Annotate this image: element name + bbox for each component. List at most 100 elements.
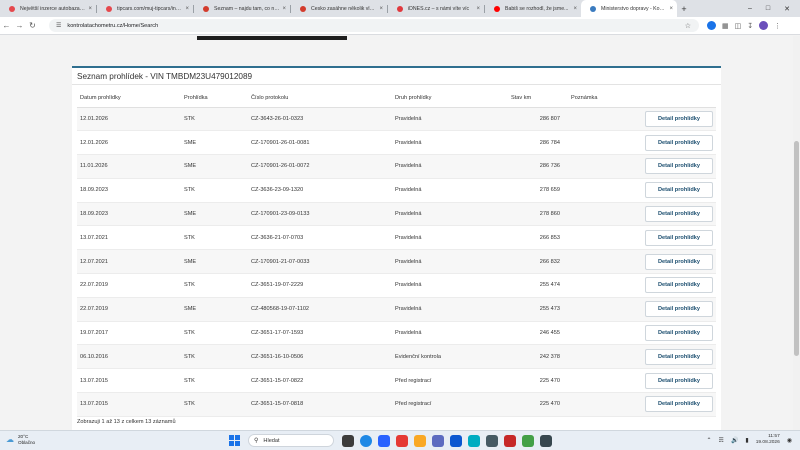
browser-tab[interactable]: Seznam – najdu tam, co nezná...× xyxy=(194,0,290,17)
tab-favicon-icon xyxy=(106,5,112,12)
col-header-protocol[interactable]: Číslo protokolu xyxy=(248,89,392,108)
maximize-icon[interactable]: □ xyxy=(766,5,770,12)
col-header-inspection[interactable]: Prohlídka xyxy=(181,89,248,108)
scrollbar-thumb[interactable] xyxy=(794,141,799,356)
reload-icon[interactable]: ↻ xyxy=(26,21,39,30)
detail-inspection-button[interactable]: Detail prohlídky xyxy=(645,253,713,270)
table-row: 12.07.2021 SME CZ-170901-21-07-0033 Pravide… xyxy=(77,249,716,275)
app-dark-icon[interactable] xyxy=(540,435,552,447)
browser-tab[interactable]: iDNES.cz – s námi víte víc × xyxy=(388,0,484,17)
table-row: 19.07.2017 STK CZ-3651-17-07-1593 Pravideln… xyxy=(77,321,716,346)
cell-kind: Evidenční kontrola xyxy=(392,344,508,370)
extensions-puzzle-icon[interactable]: ▦ xyxy=(722,22,729,30)
tab-close-icon[interactable]: × xyxy=(282,6,286,12)
detail-inspection-button[interactable]: Detail prohlídky xyxy=(645,277,713,294)
cell-kind: Před registrací xyxy=(392,392,508,417)
col-header-note[interactable]: Poznámka xyxy=(568,89,640,108)
detail-inspection-button[interactable]: Detail prohlídky xyxy=(645,158,713,175)
cell-note xyxy=(568,392,640,417)
app-teal-icon[interactable] xyxy=(468,435,480,447)
detail-inspection-button[interactable]: Detail prohlídky xyxy=(645,372,713,389)
app-gray-icon[interactable] xyxy=(486,435,498,447)
browser-tab[interactable]: Ministerstvo dopravy - Kontro... × xyxy=(581,0,677,17)
detail-inspection-button[interactable]: Detail prohlídky xyxy=(645,348,713,365)
cell-action: Detail prohlídky xyxy=(640,130,716,156)
cell-protocol: CZ-3651-17-07-1593 xyxy=(248,321,392,346)
app-purple-icon[interactable] xyxy=(432,435,444,447)
cell-kind: Před registrací xyxy=(392,368,508,394)
cell-inspection: STK xyxy=(181,392,248,417)
col-header-km[interactable]: Stav km xyxy=(508,89,568,108)
browser-tab[interactable]: Česko zasáhne několik vln ořej...× xyxy=(291,0,387,17)
cell-action: Detail prohlídky xyxy=(640,107,716,132)
bookmark-star-icon[interactable]: ☆ xyxy=(685,22,691,30)
cell-inspection: SME xyxy=(181,154,248,179)
new-tab-button[interactable]: + xyxy=(677,0,691,17)
detail-inspection-button[interactable]: Detail prohlídky xyxy=(645,110,713,127)
chrome-icon[interactable] xyxy=(360,435,372,447)
cell-protocol: CZ-170901-26-01-0081 xyxy=(248,130,392,156)
detail-inspection-button[interactable]: Detail prohlídky xyxy=(645,182,713,199)
menu-kebab-icon[interactable]: ⋮ xyxy=(774,22,781,30)
profile-avatar-icon[interactable] xyxy=(759,21,769,30)
back-arrow-icon[interactable]: ← xyxy=(0,21,13,30)
detail-inspection-button[interactable]: Detail prohlídky xyxy=(645,134,713,151)
cell-protocol: CZ-480568-19-07-1102 xyxy=(248,297,392,322)
tab-close-icon[interactable]: × xyxy=(185,6,189,12)
edge-icon[interactable] xyxy=(378,435,390,447)
wifi-icon[interactable]: ☴ xyxy=(719,437,724,444)
task-view-icon[interactable] xyxy=(342,435,354,447)
table-row: 06.10.2016 STK CZ-3651-16-10-0506 Evidenční… xyxy=(77,344,716,370)
detail-inspection-button[interactable]: Detail prohlídky xyxy=(645,206,713,223)
cell-date: 18.09.2023 xyxy=(77,202,181,227)
side-panel-icon[interactable]: ◫ xyxy=(735,22,742,30)
download-icon[interactable]: ↧ xyxy=(747,22,753,30)
weather-widget[interactable]: ☁ 20°C Oblačno xyxy=(6,434,35,445)
extension-icon[interactable] xyxy=(707,21,716,30)
store-icon[interactable] xyxy=(450,435,462,447)
speaker-icon[interactable]: 🔊 xyxy=(731,437,738,444)
detail-inspection-button[interactable]: Detail prohlídky xyxy=(645,229,713,246)
file-explorer-icon[interactable] xyxy=(414,435,426,447)
browser-tab[interactable]: tipcars.com/muj-tipcars/inzer... × xyxy=(97,0,193,17)
app-darkred-icon[interactable] xyxy=(504,435,516,447)
app-red-icon[interactable] xyxy=(396,435,408,447)
panel-title: Seznam prohlídek - VIN TMBDM23U479012089 xyxy=(77,72,253,81)
chevron-up-icon[interactable]: ⌃ xyxy=(707,437,712,444)
tab-title: tipcars.com/muj-tipcars/inzer... xyxy=(117,5,183,12)
col-header-kind[interactable]: Druh prohlídky xyxy=(392,89,508,108)
address-bar[interactable]: ☰ kontrolatachometru.cz/Home/Search ☆ xyxy=(49,19,699,32)
weather-desc: Oblačno xyxy=(18,439,36,445)
windows-start-icon[interactable] xyxy=(229,435,240,446)
tab-close-icon[interactable]: × xyxy=(88,6,92,12)
cell-km: 246 455 xyxy=(508,321,568,346)
tab-close-icon[interactable]: × xyxy=(669,6,673,12)
detail-inspection-button[interactable]: Detail prohlídky xyxy=(645,396,713,413)
page-scrollbar[interactable] xyxy=(793,36,800,430)
app-green-icon[interactable] xyxy=(522,435,534,447)
cell-action: Detail prohlídky xyxy=(640,344,716,370)
battery-icon[interactable]: ▮ xyxy=(745,437,748,444)
detail-inspection-button[interactable]: Detail prohlídky xyxy=(645,301,713,318)
table-row: 12.01.2026 STK CZ-3643-26-01-0323 Pravideln… xyxy=(77,107,716,132)
cell-km: 278 659 xyxy=(508,178,568,203)
browser-tab[interactable]: Babiš se rozhodl, že jsme... × xyxy=(485,0,581,17)
close-window-icon[interactable]: ✕ xyxy=(784,5,790,13)
browser-tab-strip: Největší inzerce autobazarů - T...×tipca… xyxy=(0,0,800,17)
site-info-icon[interactable]: ☰ xyxy=(56,22,61,29)
browser-tab[interactable]: Největší inzerce autobazarů - T...× xyxy=(0,0,96,17)
tab-close-icon[interactable]: × xyxy=(379,6,383,12)
cell-km: 286 736 xyxy=(508,154,568,179)
taskbar-search[interactable]: ⚲ Hledat xyxy=(248,434,334,447)
clock[interactable]: 11:57 19.08.2026 xyxy=(756,434,780,446)
address-url: kontrolatachometru.cz/Home/Search xyxy=(67,22,159,29)
table-row: 22.07.2019 SME CZ-480568-19-07-1102 Pravide… xyxy=(77,297,716,322)
col-header-date[interactable]: Datum prohlídky xyxy=(77,89,181,108)
notification-bell-icon[interactable]: ◉ xyxy=(787,437,792,444)
minimize-icon[interactable]: – xyxy=(748,5,752,12)
forward-arrow-icon[interactable]: → xyxy=(13,21,26,30)
cell-note xyxy=(568,297,640,322)
tab-close-icon[interactable]: × xyxy=(573,6,577,12)
tab-close-icon[interactable]: × xyxy=(476,6,480,12)
detail-inspection-button[interactable]: Detail prohlídky xyxy=(645,325,713,342)
